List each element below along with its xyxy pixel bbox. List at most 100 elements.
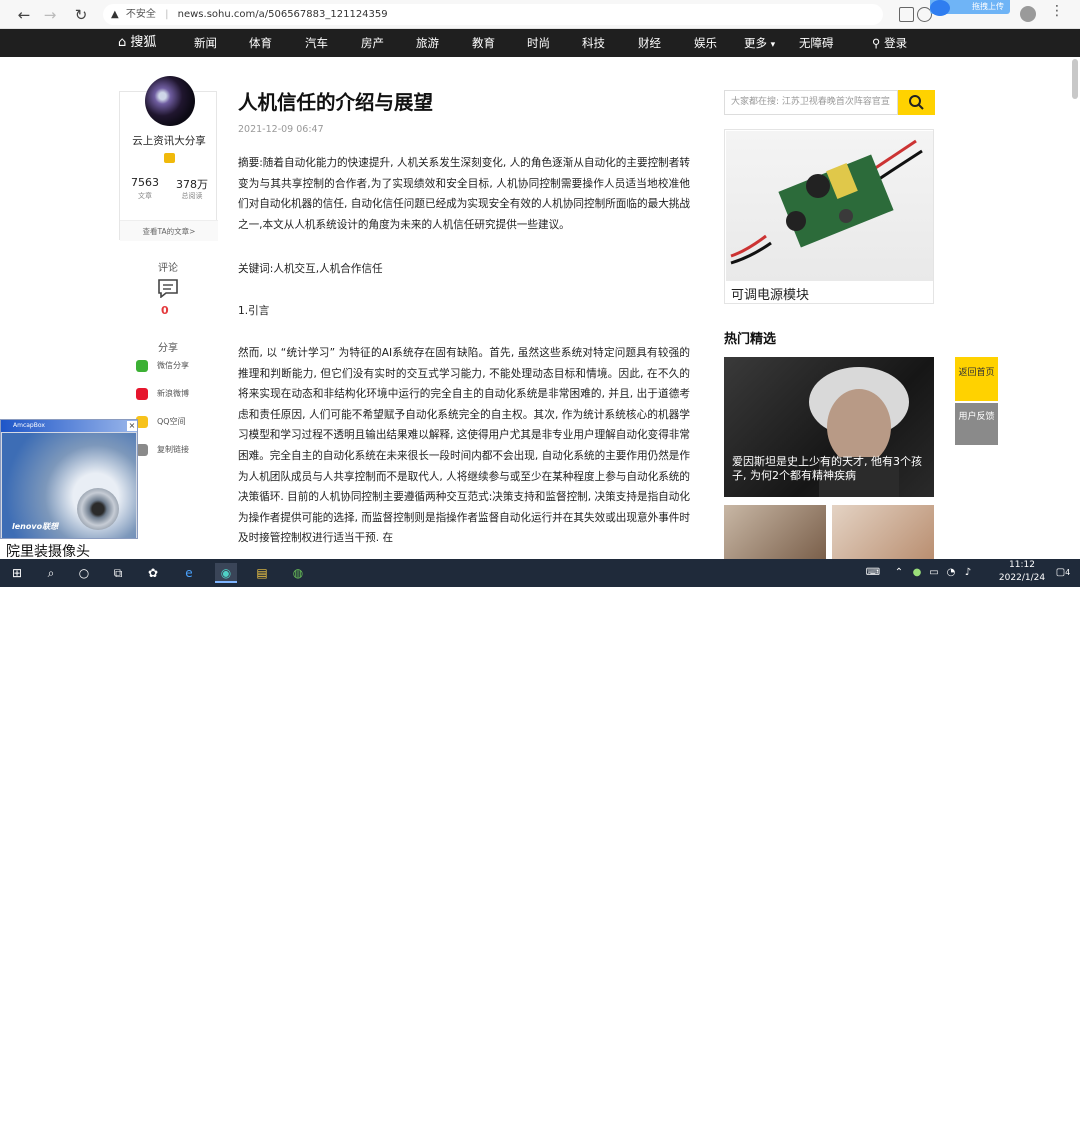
login-label: 登录 xyxy=(884,36,908,50)
hot-article-caption: 爱因斯坦是史上少有的天才, 他有3个孩子, 为何2个都有精神疾病 xyxy=(732,455,922,482)
user-feedback-button[interactable]: 用户反馈 xyxy=(955,403,998,445)
article-date: 2021-12-09 06:47 xyxy=(238,124,324,135)
hot-thumb-image-1[interactable] xyxy=(724,505,826,560)
nav-item-fashion[interactable]: 时尚 xyxy=(527,29,550,57)
back-icon[interactable]: ← xyxy=(14,5,34,25)
home-icon: ⌂ xyxy=(118,35,127,50)
login-link[interactable]: ⚲ 登录 xyxy=(872,29,907,57)
nav-item-accessibility[interactable]: 无障碍 xyxy=(799,29,834,57)
camera-lens-icon xyxy=(77,488,119,530)
share-copy-label: 复制链接 xyxy=(157,445,189,454)
share-label: 分享 xyxy=(158,343,178,354)
warning-icon: ▲ xyxy=(111,9,119,20)
share-wechat-label: 微信分享 xyxy=(157,361,189,370)
search-button[interactable] xyxy=(898,90,935,115)
avatar[interactable] xyxy=(145,76,195,126)
logo-text: 搜狐 xyxy=(130,35,157,50)
reload-icon[interactable]: ↻ xyxy=(71,5,91,25)
nav-item-education[interactable]: 教育 xyxy=(472,29,495,57)
sohu-logo[interactable]: ⌂ 搜狐 xyxy=(118,29,156,57)
author-name[interactable]: 云上资讯大分享 xyxy=(120,133,218,148)
article-abstract: 摘要:随着自动化能力的快速提升, 人机关系发生深刻变化, 人的角色逐渐从自动化的… xyxy=(238,157,690,231)
more-menu-icon[interactable]: ⋮ xyxy=(1050,3,1064,19)
clock-time[interactable]: 11:12 xyxy=(1002,560,1042,570)
article-body: 然而, 以 “统计学习” 为特征的AI系统存在固有缺陷。首先, 虽然这些系统对特… xyxy=(238,347,690,545)
edge-icon[interactable]: ◉ xyxy=(215,563,237,583)
security-label: 不安全 xyxy=(125,9,156,20)
nav-item-news[interactable]: 新闻 xyxy=(194,29,217,57)
ad-card[interactable]: 可调电源模块 xyxy=(724,129,934,304)
site-navigation: ⌂ 搜狐 新闻 体育 汽车 房产 旅游 教育 时尚 科技 财经 娱乐 更多 ▾ … xyxy=(0,29,1080,57)
nav-item-finance[interactable]: 财经 xyxy=(638,29,661,57)
comment-count: 0 xyxy=(161,304,169,317)
back-to-home-button[interactable]: 返回首页 xyxy=(955,357,998,401)
notification-count: 4 xyxy=(1065,568,1071,577)
nav-item-entertainment[interactable]: 娱乐 xyxy=(694,29,717,57)
weibo-icon xyxy=(136,387,148,400)
profile-avatar[interactable] xyxy=(1020,6,1036,22)
url-text: news.sohu.com/a/506567883_121124359 xyxy=(177,9,388,20)
share-qzone-label: QQ空间 xyxy=(157,417,186,426)
task-view-icon[interactable]: ⧉ xyxy=(107,563,129,583)
volume-icon[interactable]: ♪ xyxy=(957,563,979,583)
share-weibo-label: 新浪微博 xyxy=(157,389,189,398)
close-icon[interactable]: × xyxy=(127,421,137,431)
overlay-caption: 院里装摄像头 xyxy=(6,544,90,560)
browser-toolbar: ← → ↻ ▲ 不安全 | news.sohu.com/a/506567883_… xyxy=(0,0,1080,29)
address-bar[interactable]: ▲ 不安全 | news.sohu.com/a/506567883_121124… xyxy=(103,4,883,25)
hot-thumb-image-2[interactable] xyxy=(832,505,934,560)
notification-icon: ▢ xyxy=(1055,567,1066,578)
search-input[interactable]: 大家都在搜: 江苏卫视春晚首次阵容官宣 xyxy=(724,90,898,115)
webcam-window[interactable]: AmcapBox × lenovo联想 xyxy=(0,419,138,539)
chevron-down-icon: ▾ xyxy=(770,40,776,50)
view-author-articles-link[interactable]: 查看TA的文章> xyxy=(120,220,218,241)
share-weibo[interactable]: 新浪微博 xyxy=(136,387,189,401)
ad-title[interactable]: 可调电源模块 xyxy=(731,284,809,303)
articles-label: 文章 xyxy=(138,192,152,200)
cortana-icon[interactable]: ○ xyxy=(73,563,95,583)
browser-360-icon[interactable]: ◍ xyxy=(287,563,309,583)
author-card: 云上资讯大分享 7563 文章 378万 总阅读 查看TA的文章> xyxy=(119,76,218,241)
nav-item-travel[interactable]: 旅游 xyxy=(416,29,439,57)
share-wechat[interactable]: 微信分享 xyxy=(136,359,189,373)
article-keywords: 关键词:人机交互,人机合作信任 xyxy=(238,263,383,275)
forward-icon[interactable]: → xyxy=(40,5,60,25)
comment-label: 评论 xyxy=(158,263,178,274)
webcam-image: lenovo联想 xyxy=(2,433,136,538)
search-icon xyxy=(909,95,924,110)
scrollbar-thumb[interactable] xyxy=(1072,59,1078,99)
keyboard-icon[interactable]: ⌨ xyxy=(862,563,884,583)
articles-count: 7563 xyxy=(131,176,159,189)
share-qzone[interactable]: QQ空间 xyxy=(136,415,186,429)
windows-start-icon[interactable]: ⊞ xyxy=(6,563,28,583)
webcam-titlebar[interactable]: AmcapBox xyxy=(1,420,137,432)
ad-image xyxy=(726,131,933,281)
ime-indicator[interactable]: 英 xyxy=(975,1125,986,1141)
webcam-brand: lenovo联想 xyxy=(12,522,59,531)
notification-center[interactable]: ▢4 xyxy=(1052,563,1074,583)
article-section-heading: 1.引言 xyxy=(238,305,270,317)
share-copy-link[interactable]: 复制链接 xyxy=(136,443,189,457)
nav-item-sports[interactable]: 体育 xyxy=(249,29,272,57)
app-icon[interactable]: ✿ xyxy=(142,563,164,583)
hot-article-card[interactable]: 爱因斯坦是史上少有的天才, 他有3个孩子, 为何2个都有精神疾病 xyxy=(724,357,934,497)
hot-picks-heading: 热门精选 xyxy=(724,332,777,347)
file-explorer-icon[interactable]: ▤ xyxy=(251,563,273,583)
reader-mode-icon[interactable] xyxy=(899,7,914,22)
views-label: 总阅读 xyxy=(181,192,203,200)
article-title: 人机信任的介绍与展望 xyxy=(238,91,434,114)
user-icon: ⚲ xyxy=(872,36,881,50)
nav-item-auto[interactable]: 汽车 xyxy=(305,29,328,57)
comment-icon[interactable] xyxy=(157,278,179,298)
search-icon[interactable]: ⌕ xyxy=(40,563,62,583)
clock-date[interactable]: 2022/1/24 xyxy=(996,573,1048,583)
nav-item-tech[interactable]: 科技 xyxy=(582,29,605,57)
vip-badge-icon xyxy=(164,153,175,163)
windows-taskbar: ⊞ ⌕ ○ ⧉ ✿ e ◉ ▤ ◍ ⌨ ⌃ ● ▭ ◔ ♪ 英 ▢4 xyxy=(0,559,1080,1140)
ie-icon[interactable]: e xyxy=(178,563,200,583)
nav-item-more[interactable]: 更多 ▾ xyxy=(744,29,775,57)
wechat-icon xyxy=(136,359,148,372)
nav-item-house[interactable]: 房产 xyxy=(361,29,384,57)
address-separator: | xyxy=(165,9,169,20)
views-count: 378万 xyxy=(176,178,208,191)
